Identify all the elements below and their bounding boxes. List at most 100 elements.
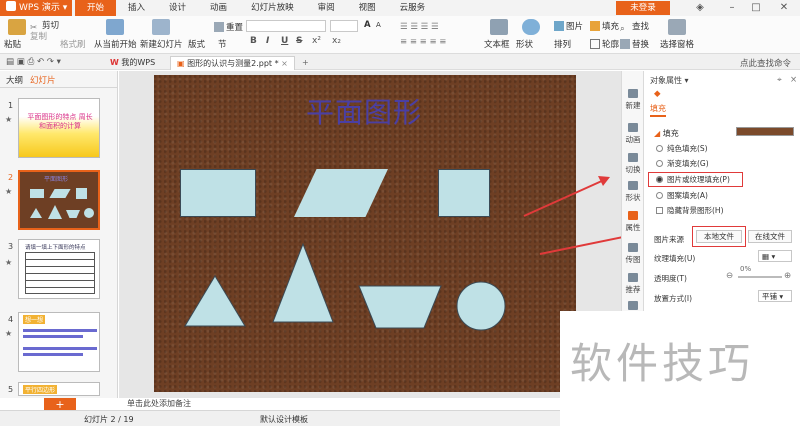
tab-outline[interactable]: 大纲 bbox=[6, 74, 23, 86]
bold-button[interactable]: B bbox=[250, 36, 257, 46]
strikethrough-button[interactable]: S bbox=[296, 36, 302, 46]
layout-button[interactable]: 版式 bbox=[188, 38, 205, 50]
outline-button[interactable]: 轮廓 bbox=[590, 38, 619, 50]
transparency-slider[interactable] bbox=[738, 276, 782, 278]
new-tool[interactable]: 新建 bbox=[622, 89, 644, 111]
tab-close-icon[interactable]: × bbox=[281, 59, 288, 68]
minimize-icon[interactable]: – bbox=[724, 0, 740, 16]
tab-review[interactable]: 审阅 bbox=[306, 0, 347, 16]
slide-thumbnail-1[interactable]: 平面图形的特点 周长和面积的计算 bbox=[18, 98, 100, 158]
pattern-fill-option[interactable]: 图案填充(A) bbox=[656, 191, 708, 201]
app-menu-button[interactable]: WPS 演示 ▾ bbox=[0, 0, 72, 16]
fill-section-header[interactable]: ◢ 填充 bbox=[654, 128, 679, 139]
format-painter-button[interactable]: 格式刷 bbox=[60, 38, 86, 50]
textbox-button[interactable]: 文本框 bbox=[484, 38, 510, 50]
tab-my-wps[interactable]: W 我的WPS bbox=[104, 56, 161, 70]
tab-cloud[interactable]: 云服务 bbox=[388, 0, 438, 16]
slide-thumbnail-2[interactable]: 平面图形 bbox=[18, 170, 100, 230]
shape-button[interactable]: 形状 bbox=[516, 38, 533, 50]
triangle-small-shape[interactable] bbox=[184, 275, 246, 327]
subscript-button[interactable]: x₂ bbox=[332, 36, 341, 46]
font-grow-button[interactable]: A bbox=[364, 20, 371, 30]
texture-select[interactable]: ▦ ▾ bbox=[758, 250, 792, 262]
quick-access-icons[interactable]: ▤ ▣ ⎙ ↶ ↷ ▾ bbox=[6, 57, 61, 67]
solid-fill-option[interactable]: 纯色填充(S) bbox=[656, 144, 708, 154]
copy-button[interactable]: 复制 bbox=[30, 30, 47, 42]
login-button[interactable]: 未登录 bbox=[616, 1, 670, 15]
thumb-number: 5 bbox=[8, 385, 14, 394]
section-button[interactable]: 节 bbox=[218, 38, 227, 50]
animation-tool[interactable]: 动画 bbox=[622, 123, 644, 145]
parallelogram-shape[interactable] bbox=[294, 169, 388, 217]
reset-button[interactable]: 重置 bbox=[214, 21, 243, 33]
hide-background-checkbox[interactable]: 隐藏背景图形(H) bbox=[656, 206, 724, 216]
alignment-tools[interactable]: ≡ ≡ ≡ ≡ ≡ bbox=[400, 37, 446, 47]
shape-tool[interactable]: 形状 bbox=[622, 181, 644, 203]
tab-animation[interactable]: 动画 bbox=[198, 0, 239, 16]
tab-document[interactable]: ▣ 图形的认识与测量2.ppt * × bbox=[170, 56, 295, 70]
new-icon bbox=[628, 89, 638, 98]
new-slide-icon[interactable] bbox=[152, 19, 170, 35]
select-pane-button[interactable]: 选择窗格 bbox=[660, 38, 694, 50]
recommend-tool[interactable]: 推荐 bbox=[622, 273, 644, 295]
online-file-button[interactable]: 在线文件 bbox=[748, 230, 792, 243]
backup-icon bbox=[628, 301, 638, 310]
arrange-button[interactable]: 排列 bbox=[554, 38, 571, 50]
tab-insert[interactable]: 插入 bbox=[116, 0, 157, 16]
tab-slideshow[interactable]: 幻灯片放映 bbox=[239, 0, 306, 16]
fill-button[interactable]: 填充 bbox=[590, 20, 619, 32]
slide-thumbnail-5[interactable]: 平行四边形 bbox=[18, 382, 100, 396]
trapezoid-shape[interactable] bbox=[358, 285, 442, 329]
gradient-fill-option[interactable]: 渐变填充(G) bbox=[656, 159, 709, 169]
replace-button[interactable]: 替换 bbox=[620, 38, 649, 50]
close-icon[interactable]: ✕ bbox=[776, 0, 792, 16]
command-search[interactable]: 点此查找命令 bbox=[740, 57, 791, 69]
transparency-decrease-icon[interactable]: ⊖ bbox=[726, 271, 733, 281]
square-shape[interactable] bbox=[438, 169, 490, 217]
panel-pin-icon[interactable]: ⌖ bbox=[777, 75, 782, 85]
rectangle-shape[interactable] bbox=[180, 169, 256, 217]
placement-select[interactable]: 平铺 ▾ bbox=[758, 290, 792, 302]
properties-tool[interactable]: 属性 bbox=[622, 211, 644, 233]
tab-home[interactable]: 开始 bbox=[75, 0, 117, 16]
triangle-large-shape[interactable] bbox=[272, 243, 334, 323]
superscript-button[interactable]: x² bbox=[312, 36, 321, 46]
font-size-select[interactable] bbox=[330, 20, 358, 32]
paste-button[interactable]: 粘贴 bbox=[4, 38, 21, 50]
shape-icon[interactable] bbox=[522, 19, 540, 35]
select-pane-icon[interactable] bbox=[668, 19, 686, 35]
new-tab-button[interactable]: + bbox=[296, 56, 315, 70]
notes-area[interactable]: 单击此处添加备注 bbox=[119, 398, 621, 410]
tab-view[interactable]: 视图 bbox=[347, 0, 388, 16]
circle-shape[interactable] bbox=[456, 281, 506, 331]
template-name[interactable]: 默认设计模板 bbox=[260, 414, 308, 425]
play-from-current-icon[interactable] bbox=[106, 19, 124, 35]
textbox-icon[interactable] bbox=[490, 19, 508, 35]
fill-tab[interactable]: 填充 bbox=[650, 103, 666, 117]
panel-header[interactable]: 对象属性 ▾ bbox=[650, 75, 689, 86]
maximize-icon[interactable]: □ bbox=[748, 0, 764, 16]
slide-title[interactable]: 平面图形 bbox=[306, 91, 422, 131]
picture-button[interactable]: 图片 bbox=[554, 20, 583, 32]
panel-close-icon[interactable]: × bbox=[790, 75, 797, 85]
slide-thumbnail-4[interactable]: 想一想 bbox=[18, 312, 100, 372]
new-slide-button[interactable]: 新建幻灯片 bbox=[140, 38, 183, 50]
find-button[interactable]: ⌕ 查找 bbox=[620, 20, 649, 34]
italic-button[interactable]: I bbox=[266, 36, 269, 46]
paste-icon[interactable] bbox=[8, 19, 26, 35]
upload-image-tool[interactable]: 传图 bbox=[622, 243, 644, 265]
fill-preview-swatch[interactable] bbox=[736, 127, 794, 136]
font-family-select[interactable] bbox=[246, 20, 326, 32]
tab-slides[interactable]: 幻灯片 bbox=[30, 74, 56, 86]
outline-label: 轮廓 bbox=[602, 40, 620, 50]
paragraph-tools[interactable]: ☰ ☰ ☰ ☰ bbox=[400, 22, 439, 32]
transparency-increase-icon[interactable]: ⊕ bbox=[784, 271, 791, 281]
from-current-button[interactable]: 从当前开始 bbox=[94, 38, 137, 50]
transition-tool[interactable]: 切换 bbox=[622, 153, 644, 175]
properties-icon bbox=[628, 211, 638, 220]
font-shrink-button[interactable]: A bbox=[376, 21, 381, 29]
tab-design[interactable]: 设计 bbox=[157, 0, 198, 16]
skin-icon[interactable]: ◈ bbox=[692, 0, 708, 16]
slide-thumbnail-3[interactable]: 请填一填上下面形的特点 bbox=[18, 239, 100, 299]
underline-button[interactable]: U bbox=[281, 36, 288, 46]
